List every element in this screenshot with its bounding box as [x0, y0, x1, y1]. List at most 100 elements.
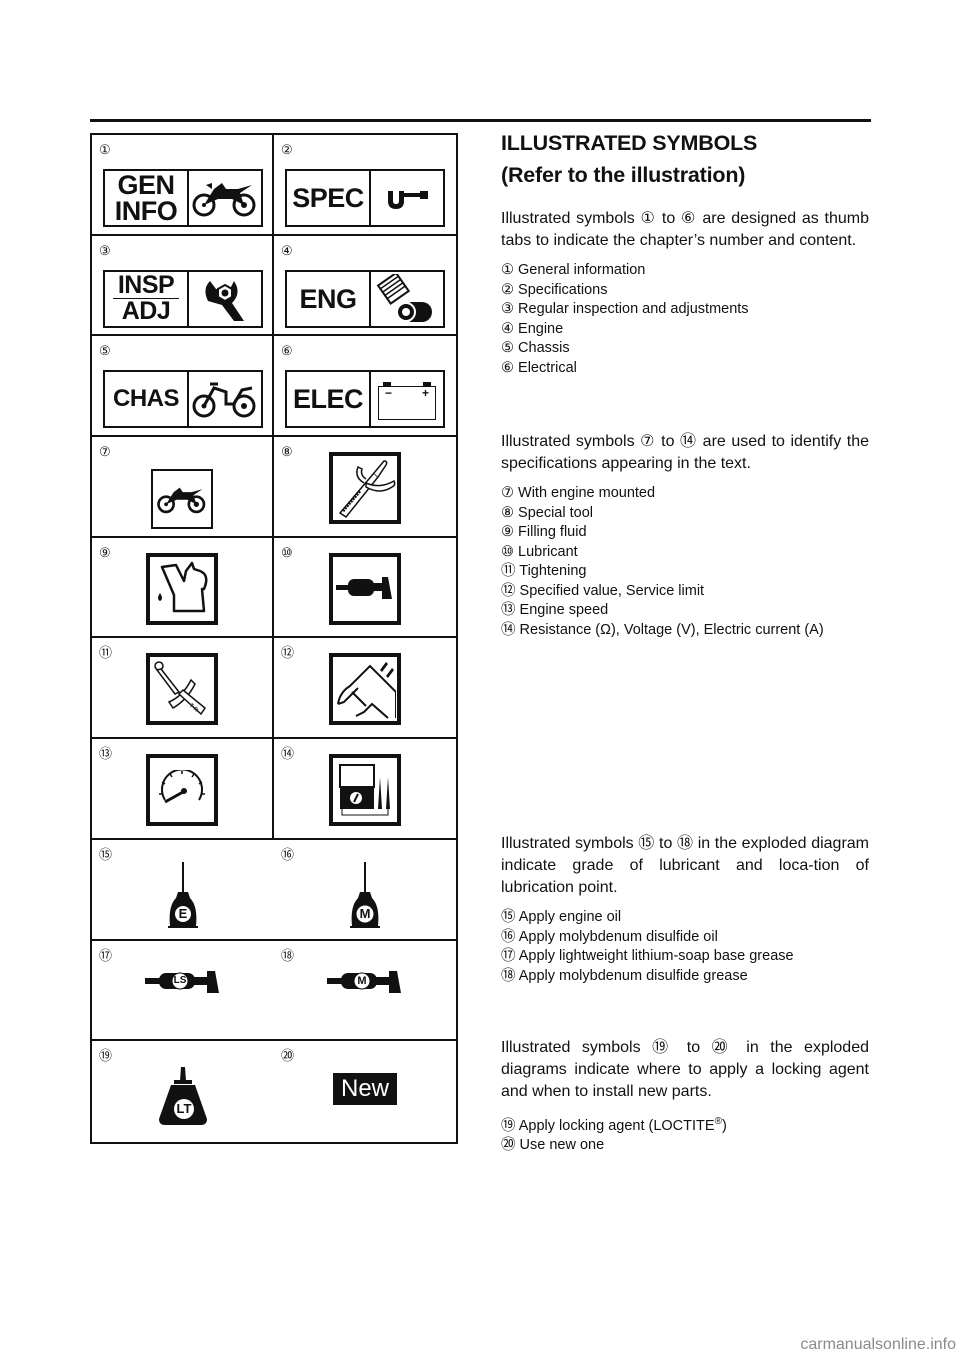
caliper-icon: [329, 653, 401, 726]
thumb-tab-insp-adj: INSP ADJ: [103, 269, 263, 328]
section-intro: Illustrated symbols ⑦ to ⑭ are used to i…: [501, 433, 869, 472]
moly-grease-icon: M: [274, 941, 456, 1025]
list-item: ① General information: [501, 262, 646, 278]
list-item: ⑮ Apply engine oil: [501, 909, 622, 925]
symbol-cell-3: ③ INSP ADJ: [92, 235, 274, 335]
section-heading: ILLUSTRATED SYMBOLS (Refer to the illust…: [501, 128, 869, 190]
list-item: ⑦ With engine mounted: [501, 485, 656, 501]
list-item: ⑫ Specified value, Service limit: [501, 582, 705, 599]
torque-wrench-icon: T R: [146, 653, 218, 726]
list-item: ⑩ Lubricant: [501, 543, 578, 560]
registered-mark: ®: [714, 1116, 722, 1127]
new-badge: New: [332, 1073, 397, 1106]
tab-label: ELEC: [287, 372, 371, 427]
header-rule: [90, 119, 871, 122]
table-row: ⑰ LS ⑱ M: [92, 941, 456, 1042]
battery-icon: − +: [371, 372, 443, 426]
page-subtitle: (Refer to the illustration): [501, 163, 746, 187]
tab-label-line1: INSP: [117, 270, 175, 299]
list-item: ③ Regular inspection and adjustments: [501, 301, 749, 317]
symbol-number: ⑧: [281, 444, 293, 460]
moly-oil-bottle-icon: M: [274, 856, 456, 940]
tab-label-line2: ADJ: [121, 297, 171, 326]
list-item: ② Specifications: [501, 281, 608, 298]
symbol-number: ②: [281, 142, 293, 157]
thumb-tab-elec: ELEC − +: [285, 370, 445, 429]
thumb-tab-spec: SPEC: [285, 169, 445, 227]
symbols-table: ① GEN INFO ② SPEC ③ INSP ADJ ④ ENG ⑤ CHA…: [90, 133, 458, 1144]
thumb-tab-gen-info: GEN INFO: [103, 169, 263, 227]
symbol-number: ①: [99, 142, 111, 157]
symbol-cell-7: ⑦: [92, 437, 274, 536]
symbol-cell-14: ⑭: [274, 739, 456, 838]
symbol-cell-2: ② SPEC: [274, 135, 456, 234]
section-locking-agent: Illustrated symbols ⑲ to ⑳ in the explod…: [501, 1037, 869, 1156]
battery-minus: −: [385, 386, 393, 401]
tab-label: INSP ADJ: [105, 270, 189, 326]
thumb-tab-eng: ENG: [285, 269, 445, 328]
grease-label: LS: [173, 974, 187, 986]
table-row: ⑦ ⑧: [92, 437, 456, 538]
section-lubricants: Illustrated symbols ⑮ to ⑱ in the explod…: [501, 833, 869, 986]
table-row: ⑪ T R ⑫: [92, 638, 456, 740]
engine-piston-icon: [371, 272, 443, 326]
list-item: ⑤ Chassis: [501, 340, 570, 356]
list-item: ⑨ Filling fluid: [501, 524, 587, 540]
tab-label: GEN INFO: [105, 171, 189, 225]
close-paren: ): [721, 1117, 727, 1134]
tab-label: SPEC: [287, 171, 371, 225]
symbol-cell-9: ⑨: [92, 537, 274, 637]
engine-oil-bottle-icon: E: [92, 856, 274, 940]
table-row: ① GEN INFO ② SPEC: [92, 135, 456, 236]
section-intro: Illustrated symbols ⑲ to ⑳ in the explod…: [501, 1039, 869, 1100]
symbol-cell-10: ⑩: [274, 538, 456, 637]
multimeter-icon: [329, 754, 401, 827]
symbol-cell-17: ⑰ LS: [92, 941, 274, 1040]
symbol-list: ① General information ② Specifications ③…: [501, 261, 869, 378]
symbol-number: ④: [281, 242, 293, 258]
table-row: ③ INSP ADJ ④ ENG: [92, 235, 456, 337]
symbol-cell-13: ⑬: [92, 739, 274, 838]
section-specifications: Illustrated symbols ⑦ to ⑭ are used to i…: [501, 431, 869, 640]
symbol-cell-18: ⑱ M: [274, 941, 456, 1040]
tab-label-line1: GEN: [117, 170, 175, 200]
chassis-frame-icon: [189, 372, 261, 426]
tachometer-icon: [146, 754, 218, 827]
list-item: ④ Engine: [501, 320, 564, 337]
section-intro: Illustrated symbols ⑮ to ⑱ in the explod…: [501, 835, 869, 896]
grease-gun-icon: [329, 552, 401, 625]
table-row: ⑤ CHAS ⑥ ELEC − +: [92, 336, 456, 438]
oil-can-icon: [146, 552, 218, 625]
wrench-nut-icon: [189, 272, 261, 326]
page-title: ILLUSTRATED SYMBOLS: [501, 131, 758, 155]
symbol-cell-12: ⑫: [274, 638, 456, 737]
symbol-cell-5: ⑤ CHAS: [92, 336, 274, 436]
list-item: ⑰ Apply lightweight lithium-soap base gr…: [501, 948, 794, 964]
battery-plus: +: [421, 386, 429, 401]
lithium-grease-icon: LS: [92, 941, 274, 1025]
symbol-number: ⑫: [281, 645, 295, 661]
list-item: ⑪ Tightening: [501, 563, 587, 579]
symbol-cell-19: ⑲ LT: [92, 1041, 274, 1142]
locking-agent-icon: LT: [92, 1055, 274, 1139]
bottle-label: M: [359, 905, 371, 921]
symbol-cell-20: ⑳ New: [274, 1041, 456, 1142]
tab-label: ENG: [287, 271, 371, 326]
bottle-label: E: [178, 905, 188, 921]
symbol-number: ⑦: [99, 444, 111, 460]
symbol-cell-6: ⑥ ELEC − +: [274, 336, 456, 435]
symbol-number: ③: [99, 242, 111, 258]
symbol-cell-11: ⑪ T R: [92, 638, 274, 738]
symbol-list: ⑲ Apply locking agent (LOCTITE®) ⑳ Use n…: [501, 1112, 869, 1156]
symbol-list: ⑦ With engine mounted ⑧ Special tool ⑨ F…: [501, 484, 869, 640]
table-row: ⑮ E ⑯ M: [92, 840, 456, 941]
list-item: ⑲ Apply locking agent (LOCTITE®): [501, 1112, 869, 1136]
thumb-tab-chas: CHAS: [103, 370, 263, 429]
table-row: ⑨ ⑩: [92, 537, 456, 639]
table-row: ⑲ LT ⑳ New: [92, 1041, 456, 1142]
list-item: ⑬ Engine speed: [501, 602, 609, 618]
engine-mounted-icon: [151, 469, 213, 530]
table-row: ⑬ ⑭: [92, 739, 456, 840]
symbol-number: ⑤: [99, 343, 111, 359]
list-item: ⑧ Special tool: [501, 504, 593, 521]
